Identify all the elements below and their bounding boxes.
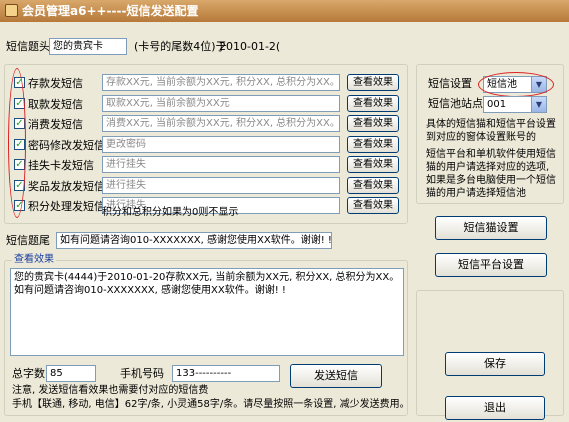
view-effect-button[interactable]: 查看效果 <box>347 197 399 214</box>
preview-legend: 查看效果 <box>12 253 56 267</box>
sms-footer-label: 短信题尾 <box>6 234 50 247</box>
date-value: 2010-01-2( <box>219 40 281 53</box>
zero-points-note: 积分和总积分如果为0则不显示 <box>102 207 239 218</box>
rate-note: 手机【联通, 移动, 电信】62字/条, 小灵通58字/条。请尽量按照一条设置,… <box>12 399 410 410</box>
message-template-input[interactable]: 更改密码 <box>102 136 340 153</box>
platform-settings-button[interactable]: 短信平台设置 <box>435 253 547 277</box>
message-type-label: 密码修改发短信 <box>28 139 105 152</box>
exit-button[interactable]: 退出 <box>445 396 545 420</box>
message-type-label: 取款发短信 <box>28 98 83 111</box>
pool-site-select[interactable]: 001 ▼ <box>483 96 547 113</box>
message-type-label: 消费发短信 <box>28 118 83 131</box>
word-count-input: 85 <box>46 365 96 382</box>
sms-footer-input[interactable]: 如有问题请咨询010-XXXXXXX, 感谢您使用XX软件。谢谢! ! <box>56 232 332 249</box>
send-sms-button[interactable]: 发送短信 <box>290 364 382 388</box>
window-title-bar: 会员管理a6++----短信发送配置 <box>0 0 569 22</box>
view-effect-button[interactable]: 查看效果 <box>347 74 399 91</box>
message-template-input[interactable]: 取款XX元, 当前余额为XX元 <box>102 95 340 112</box>
phone-label: 手机号码 <box>120 367 164 380</box>
view-effect-button[interactable]: 查看效果 <box>347 156 399 173</box>
view-effect-button[interactable]: 查看效果 <box>347 177 399 194</box>
sms-title-label: 短信题头 <box>6 40 50 53</box>
settings-desc-1: 具体的短信猫和短信平台设置到对应的窗体设置账号的 <box>426 119 556 143</box>
view-effect-button[interactable]: 查看效果 <box>347 95 399 112</box>
card-suffix-note: (卡号的尾数4位)于 <box>134 40 227 53</box>
save-button[interactable]: 保存 <box>445 352 545 376</box>
message-type-label: 积分处理发短信 <box>28 200 105 213</box>
settings-desc-2: 短信平台和单机软件使用短信猫的用户请选择对应的选项, 如果是多台电脑使用一个短信… <box>426 149 556 199</box>
message-template-input[interactable]: 进行挂失 <box>102 177 340 194</box>
sms-title-input[interactable]: 您的贵宾卡 <box>49 38 127 55</box>
sms-setting-label: 短信设置 <box>428 77 472 90</box>
phone-input[interactable]: 133---------- <box>172 365 280 382</box>
message-type-label: 奖品发放发短信 <box>28 180 105 193</box>
setting-highlight-mark <box>478 72 554 97</box>
window-title: 会员管理a6++----短信发送配置 <box>22 4 199 18</box>
fee-note: 注意, 发送短信看效果也需要付对应的短信费 <box>12 385 209 396</box>
preview-textarea[interactable]: 您的贵宾卡(4444)于2010-01-20存款XX元, 当前余额为XX元, 积… <box>10 268 404 356</box>
message-template-input[interactable]: 存款XX元, 当前余额为XX元, 积分XX, 总积分为XX。 <box>102 74 340 91</box>
view-effect-button[interactable]: 查看效果 <box>347 115 399 132</box>
message-template-input[interactable]: 消费XX元, 当前余额为XX元, 积分XX, 总积分为XX。 <box>102 115 340 132</box>
chevron-down-icon[interactable]: ▼ <box>531 97 546 112</box>
pool-site-value: 001 <box>487 99 507 110</box>
word-count-label: 总字数 <box>12 367 45 380</box>
view-effect-button[interactable]: 查看效果 <box>347 136 399 153</box>
message-template-input[interactable]: 进行挂失 <box>102 156 340 173</box>
message-type-label: 挂失卡发短信 <box>28 159 94 172</box>
checkbox-highlight-mark <box>8 68 26 218</box>
message-type-label: 存款发短信 <box>28 77 83 90</box>
modem-settings-button[interactable]: 短信猫设置 <box>435 216 547 240</box>
app-icon <box>5 4 18 17</box>
